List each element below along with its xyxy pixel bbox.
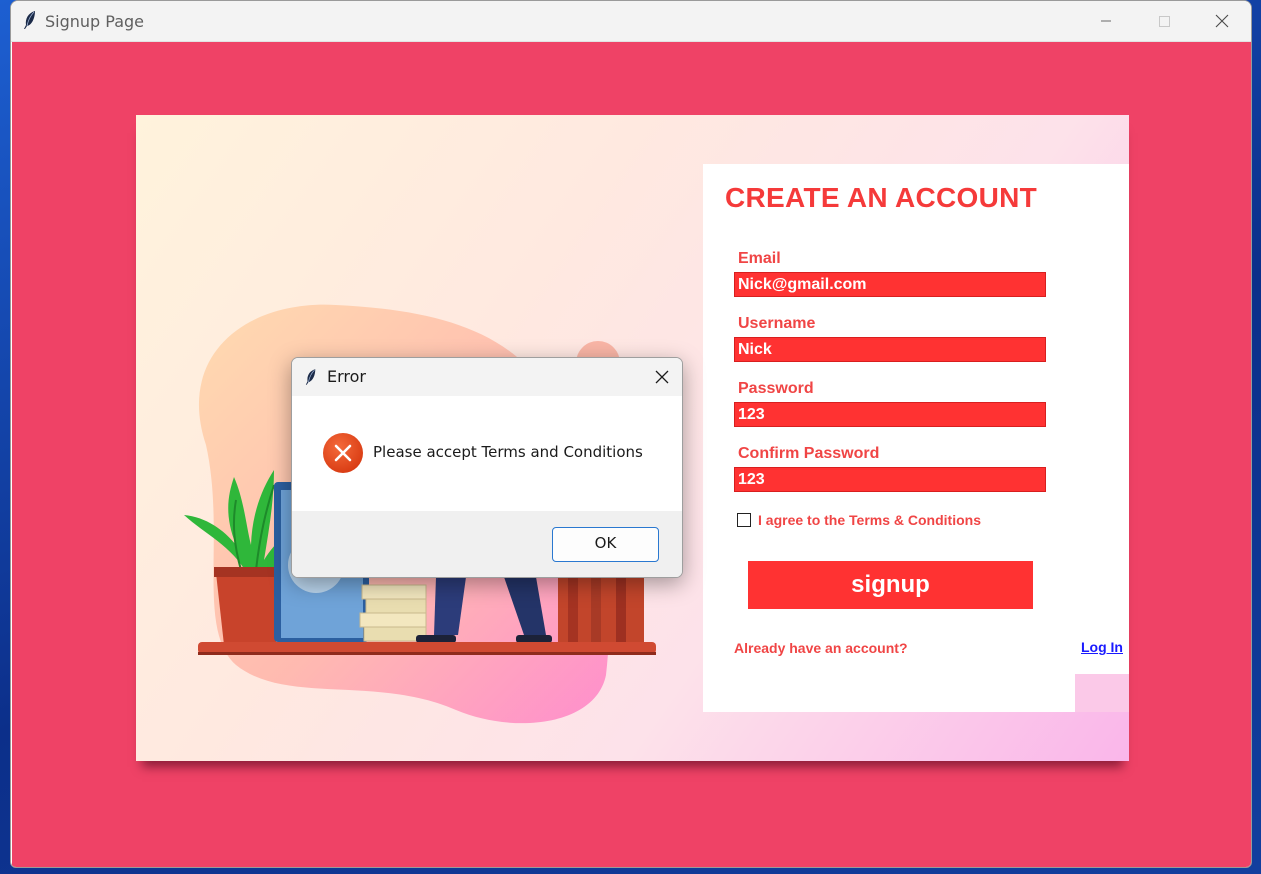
form-title: CREATE AN ACCOUNT (725, 182, 1038, 213)
close-window-button[interactable] (1193, 1, 1251, 41)
email-label: Email (738, 250, 781, 267)
terms-label[interactable]: I agree to the Terms & Conditions (758, 512, 981, 528)
confirm-password-field[interactable] (734, 467, 1046, 492)
close-icon (1215, 14, 1229, 28)
confirm-password-label: Confirm Password (738, 445, 880, 462)
signup-button[interactable]: signup (748, 561, 1033, 609)
error-dialog: Error Please accept Terms and Conditions… (291, 357, 683, 578)
have-account-text: Already have an account? (734, 640, 908, 656)
error-icon (323, 433, 363, 473)
dialog-footer: OK (292, 511, 682, 577)
title-bar: Signup Page (11, 1, 1251, 42)
maximize-icon (1159, 16, 1170, 27)
dialog-body: Please accept Terms and Conditions (292, 396, 682, 511)
login-link[interactable]: Log In (1081, 639, 1123, 655)
feather-icon (24, 11, 35, 29)
password-label: Password (738, 380, 814, 397)
panel-notch (1075, 674, 1129, 712)
username-label: Username (738, 315, 816, 332)
ok-button[interactable]: OK (552, 527, 659, 562)
feather-icon (305, 369, 316, 385)
dialog-close-button[interactable] (646, 362, 678, 392)
username-field[interactable] (734, 337, 1046, 362)
minimize-icon (1101, 20, 1111, 22)
maximize-button[interactable] (1135, 1, 1193, 41)
terms-checkbox[interactable] (737, 513, 751, 527)
signup-form: CREATE AN ACCOUNT Email Username Passwor… (703, 164, 1129, 712)
email-field[interactable] (734, 272, 1046, 297)
password-field[interactable] (734, 402, 1046, 427)
close-icon (655, 370, 669, 384)
window-title: Signup Page (45, 12, 145, 31)
minimize-button[interactable] (1077, 1, 1135, 41)
dialog-title: Error (327, 367, 366, 386)
dialog-title-bar: Error (292, 358, 682, 396)
dialog-message: Please accept Terms and Conditions (373, 443, 643, 461)
